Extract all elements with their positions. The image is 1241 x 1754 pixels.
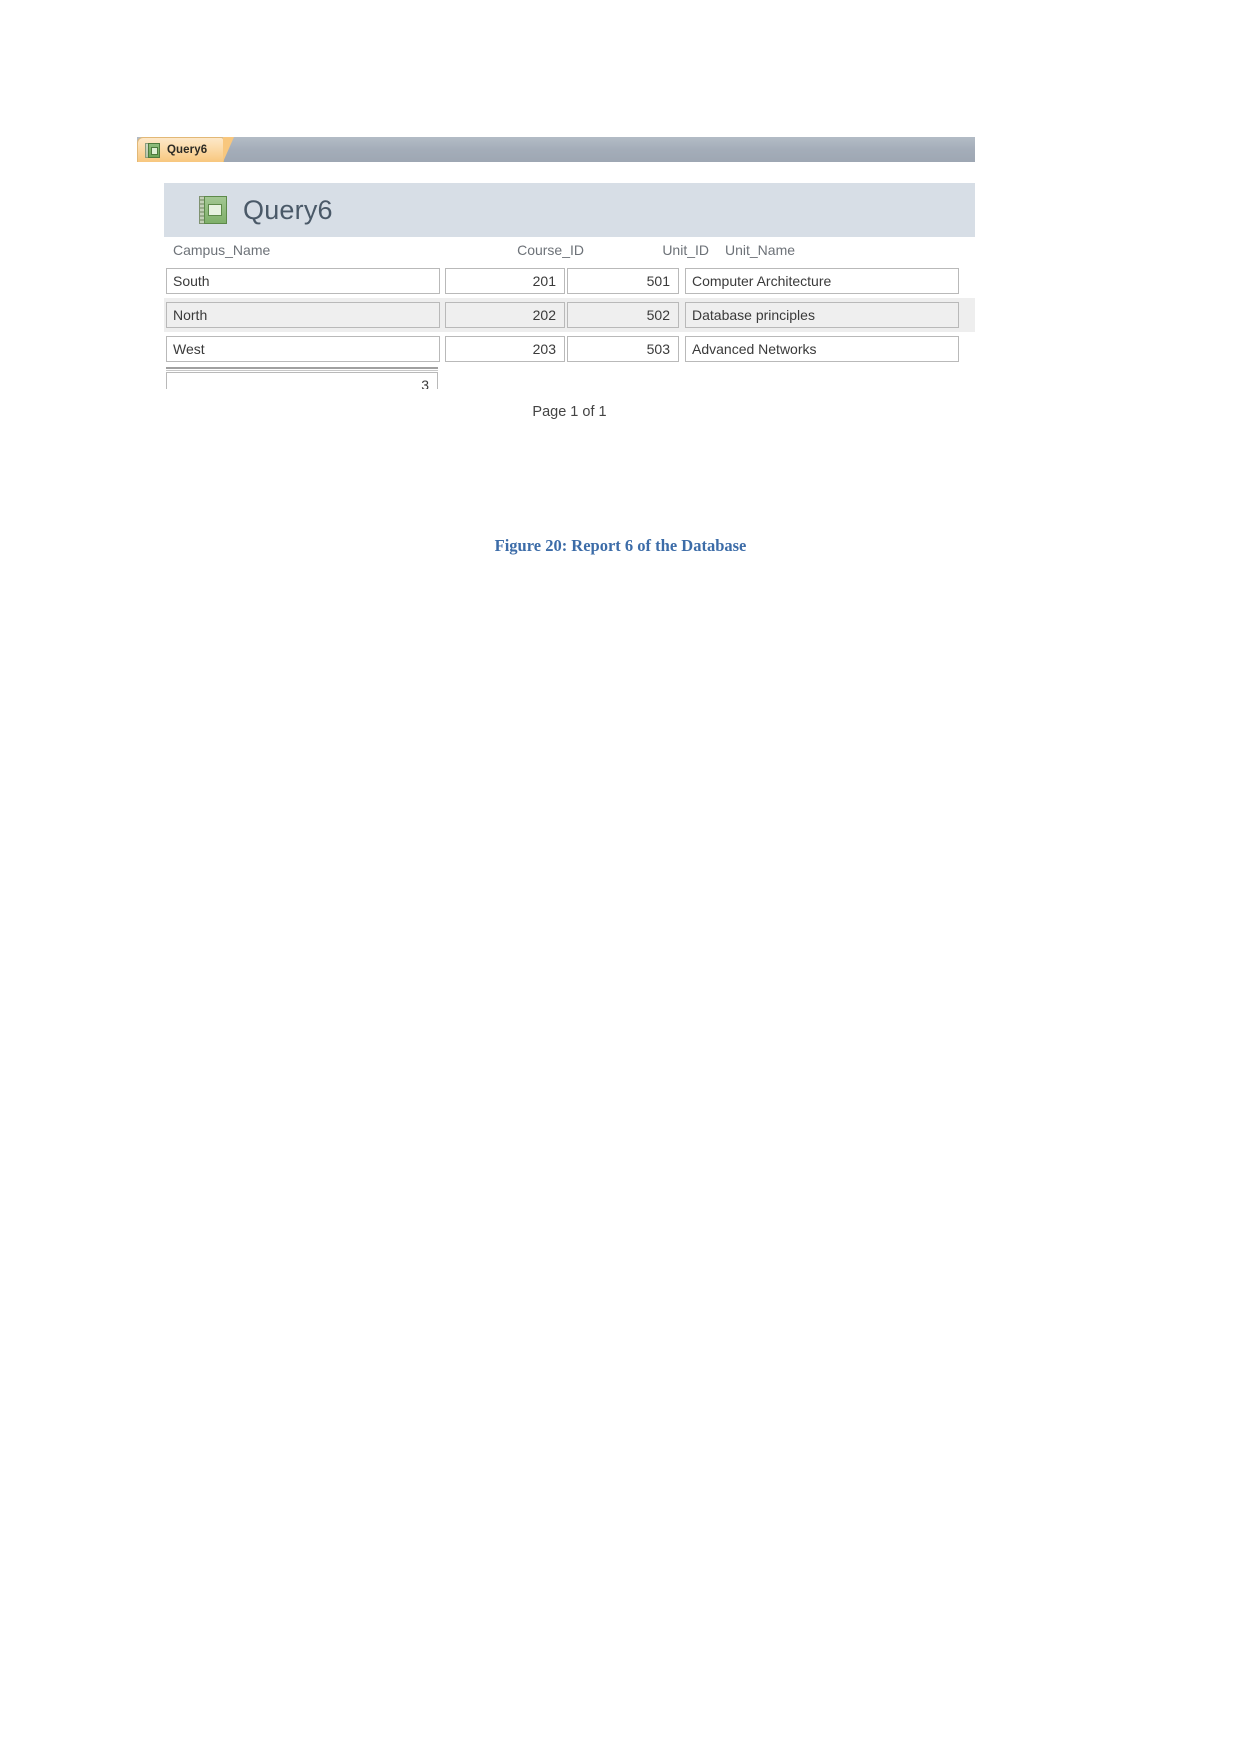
document-tab-query6[interactable]: Query6 xyxy=(137,137,235,162)
record-count-box[interactable]: 3 xyxy=(166,372,438,389)
column-header-unit-id: Unit_ID xyxy=(662,242,709,258)
cell-unit-id[interactable]: 503 xyxy=(567,336,679,362)
report-title: Query6 xyxy=(243,194,333,225)
report-surface: Query6 Campus_Name Course_ID Unit_ID Uni… xyxy=(137,162,975,420)
cell-unit-id[interactable]: 502 xyxy=(567,302,679,328)
document-tab-bar: Query6 xyxy=(137,137,975,162)
page-footer: Page 1 of 1 xyxy=(532,404,607,420)
cell-campus-name[interactable]: North xyxy=(166,302,440,328)
column-header-unit-name: Unit_Name xyxy=(725,242,796,258)
report-detail-rows: South 201 501 Computer Architecture Nort… xyxy=(164,264,975,366)
report-icon xyxy=(145,142,160,158)
document-tab-label: Query6 xyxy=(167,144,208,156)
column-header-row: Campus_Name Course_ID Unit_ID Unit_Name xyxy=(164,237,975,264)
cell-campus-name[interactable]: West xyxy=(166,336,440,362)
report-header-band: Query6 xyxy=(164,183,975,237)
table-row[interactable]: West 203 503 Advanced Networks xyxy=(164,332,975,366)
cell-unit-name[interactable]: Database principles xyxy=(685,302,959,328)
report-total-area: 3 xyxy=(164,372,975,389)
cell-course-id[interactable]: 201 xyxy=(445,268,565,294)
figure-caption: Figure 20: Report 6 of the Database xyxy=(494,536,747,555)
cell-course-id[interactable]: 202 xyxy=(445,302,565,328)
column-header-campus-name: Campus_Name xyxy=(173,242,271,258)
column-header-course-id: Course_ID xyxy=(517,242,584,258)
cell-campus-name[interactable]: South xyxy=(166,268,440,294)
cell-unit-name[interactable]: Advanced Networks xyxy=(685,336,959,362)
table-row[interactable]: North 202 502 Database principles xyxy=(164,298,975,332)
cell-unit-name[interactable]: Computer Architecture xyxy=(685,268,959,294)
cell-unit-id[interactable]: 501 xyxy=(567,268,679,294)
table-row[interactable]: South 201 501 Computer Architecture xyxy=(164,264,975,298)
cell-course-id[interactable]: 203 xyxy=(445,336,565,362)
report-icon-large xyxy=(199,196,227,224)
access-report-window: Query6 Query6 Campus_Name Course_ID Unit… xyxy=(137,137,975,420)
